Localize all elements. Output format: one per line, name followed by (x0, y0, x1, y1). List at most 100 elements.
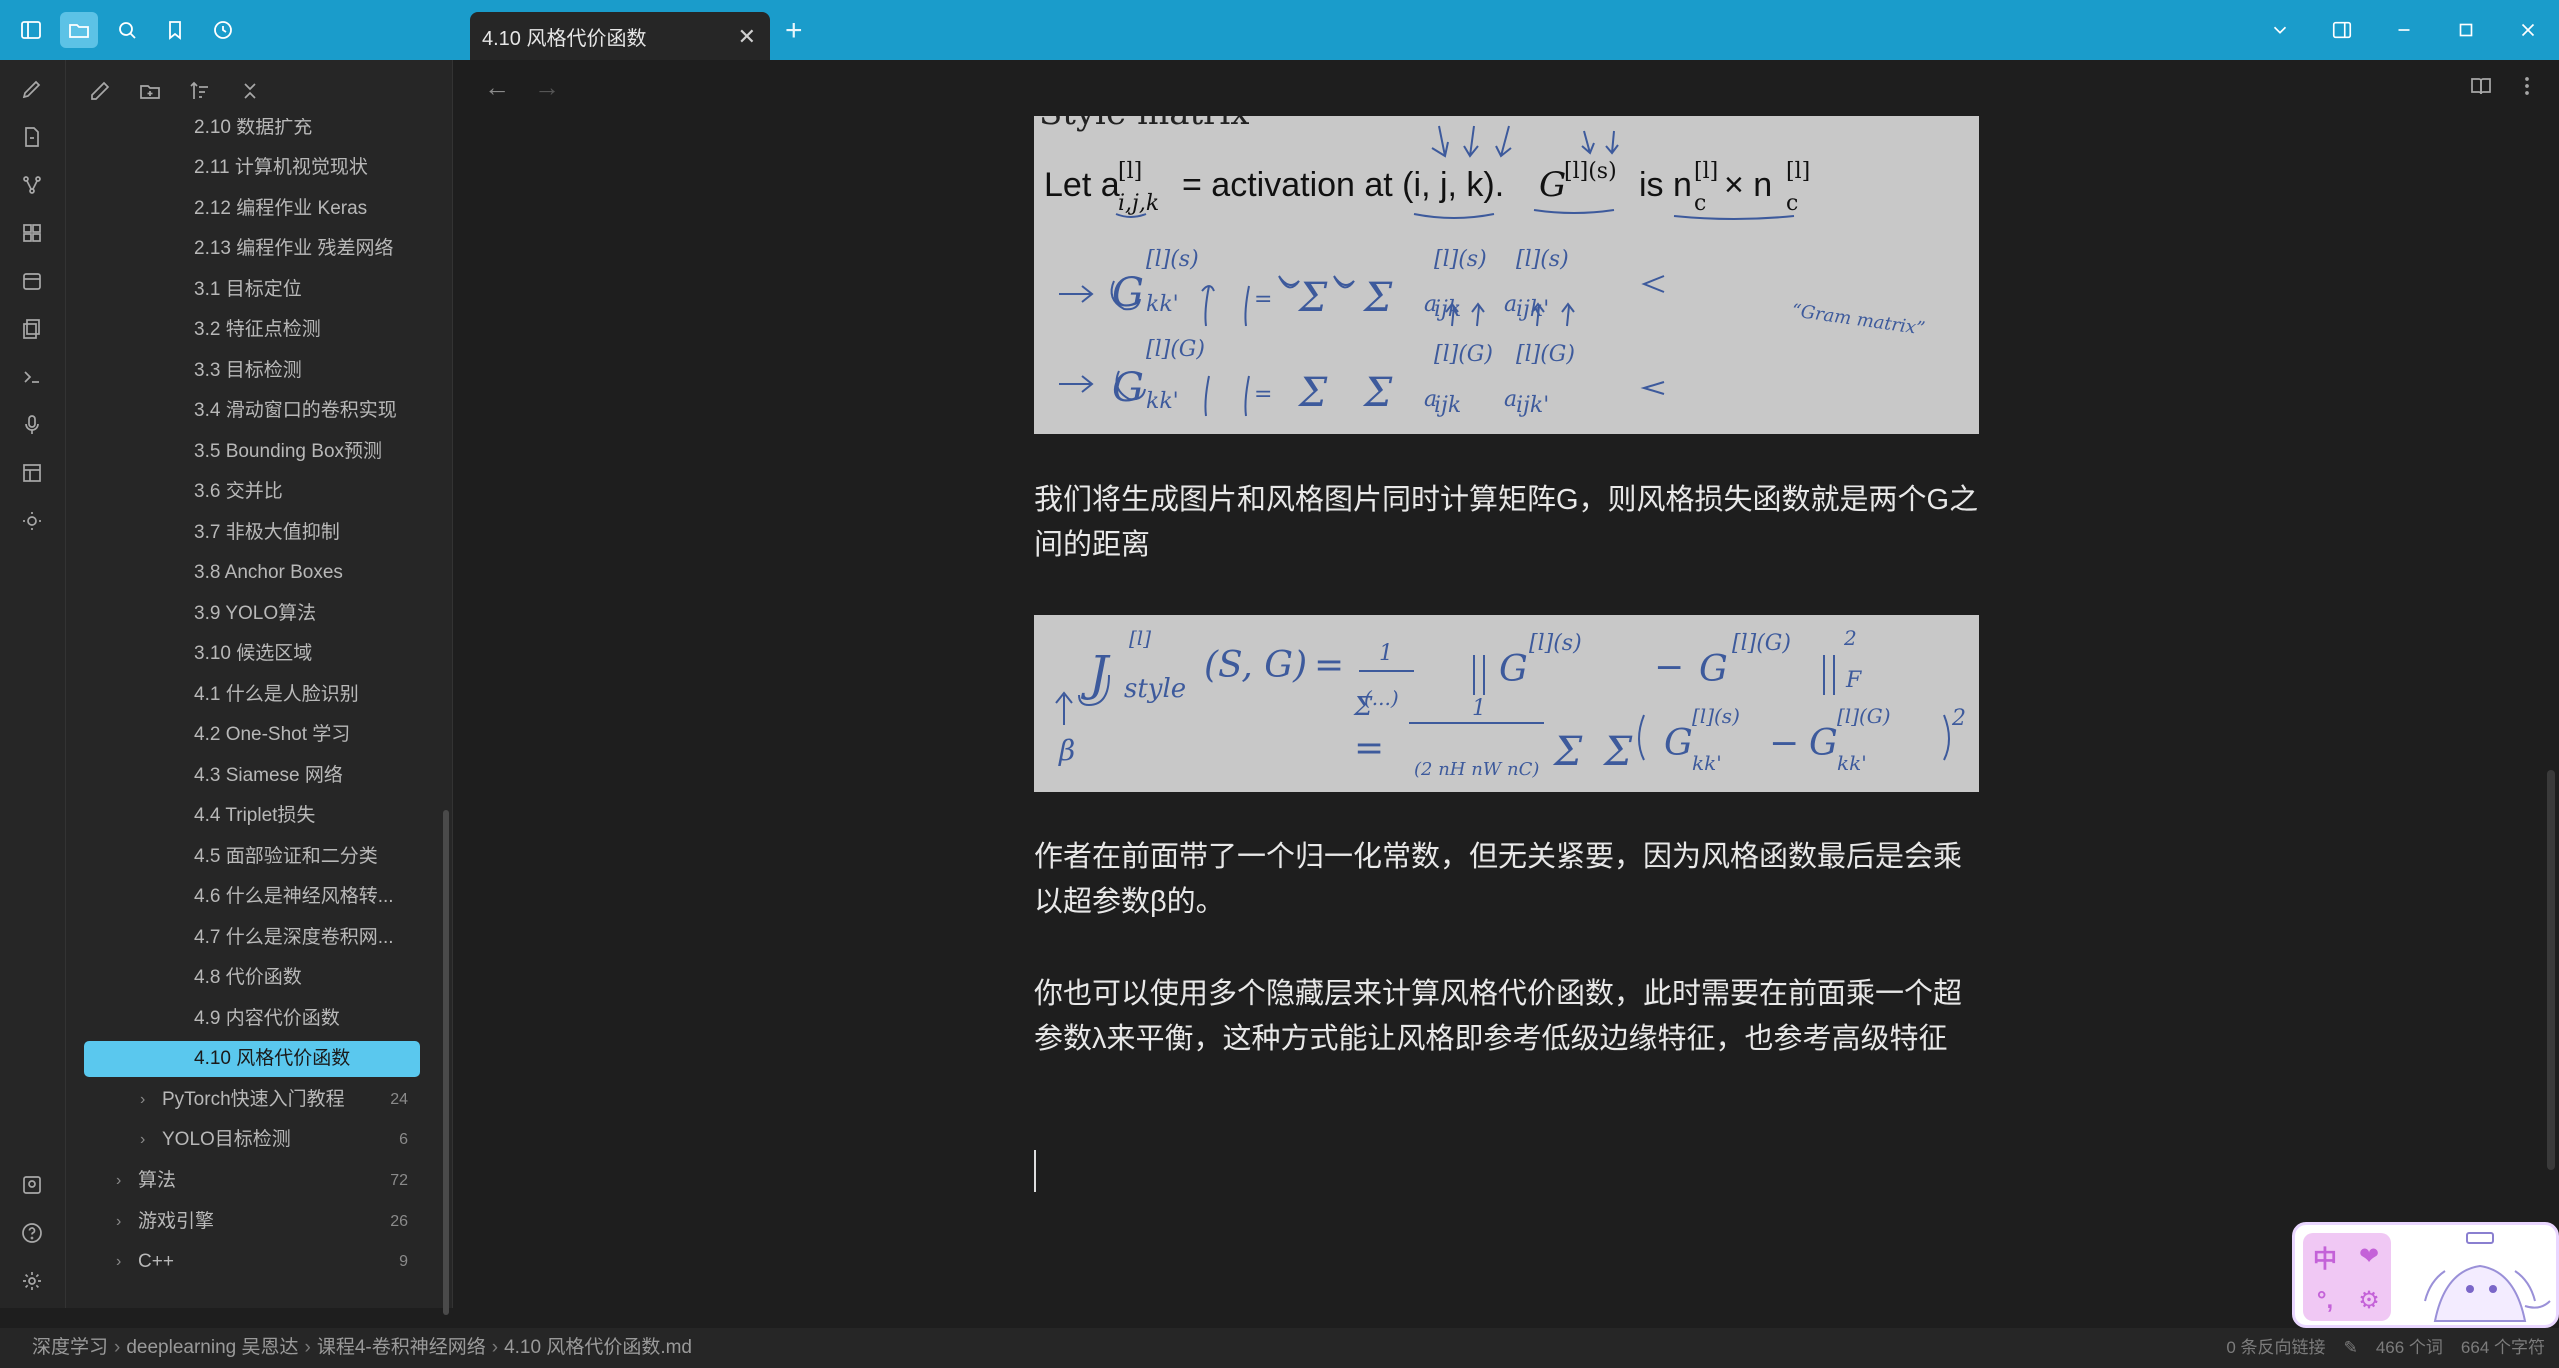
navigation-arrows: ← → (484, 72, 560, 103)
tree-item[interactable]: 4.1 什么是人脸识别 (84, 677, 420, 713)
tree-folder[interactable]: › C++ 9 (84, 1244, 420, 1280)
editor-pane: ← → Style matrix Let a [l] i,j,k = activ… (454, 60, 2559, 1308)
new-note-button[interactable] (84, 75, 116, 107)
titlebar-left-icons (12, 12, 242, 48)
settings-gear-icon[interactable]: ⚙ (2358, 1286, 2380, 1315)
breadcrumb-item[interactable]: 课程4-卷积神经网络 (317, 1328, 486, 1368)
calendar-icon[interactable] (17, 266, 47, 296)
tab-list-chevron-icon[interactable] (2249, 0, 2311, 60)
desktop-pet-widget[interactable]: 中 ❤ °, ⚙ (2292, 1222, 2559, 1328)
breadcrumb-item[interactable]: 深度学习 (32, 1328, 108, 1368)
forward-arrow-icon[interactable]: → (534, 72, 560, 103)
tree-item[interactable]: 2.13 编程作业 残差网络 (84, 231, 420, 267)
title-bar: 4.10 风格代价函数 ✕ + (0, 0, 2559, 60)
more-options-icon[interactable] (2515, 74, 2539, 103)
tree-item[interactable]: 3.1 目标定位 (84, 272, 420, 308)
ime-toolbar[interactable]: 中 ❤ °, ⚙ (2303, 1233, 2391, 1321)
recent-files-icon[interactable] (204, 12, 242, 48)
svg-text:2: 2 (1843, 626, 1857, 650)
svg-text:[l](G): [l](G) (1434, 342, 1493, 367)
tree-item-active[interactable]: 4.10 风格代价函数 (84, 1041, 420, 1077)
pen-icon[interactable] (17, 74, 47, 104)
edit-mode-icon[interactable]: ✎ (2344, 1328, 2358, 1368)
backlinks-count[interactable]: 0 条反向链接 (2226, 1328, 2325, 1368)
file-explorer-sidebar: 2.10 数据扩充 2.11 计算机视觉现状 2.12 编程作业 Keras 2… (66, 60, 453, 1308)
collapse-all-button[interactable] (234, 75, 266, 107)
tree-folder[interactable]: › 游戏引擎 26 (84, 1204, 420, 1240)
help-icon[interactable] (17, 1218, 47, 1248)
folder-count: 9 (399, 1253, 408, 1270)
new-note-icon[interactable] (17, 122, 47, 152)
style-cost-formula-image: J [l] style (S, G) = 1 (...) G [l](s) − … (1034, 615, 1979, 792)
editor-scrollbar[interactable] (2547, 770, 2555, 1170)
minimize-icon[interactable] (2373, 0, 2435, 60)
ime-chinese-key[interactable]: 中 (2313, 1239, 2337, 1274)
heart-icon[interactable]: ❤ (2359, 1242, 2379, 1271)
punctuation-key[interactable]: °, (2317, 1287, 2333, 1315)
nc-sup-1: [l] (1694, 159, 1718, 184)
tree-item[interactable]: 4.6 什么是神经风格转... (84, 879, 420, 915)
tree-item[interactable]: 4.9 内容代价函数 (84, 1001, 420, 1037)
graph-view-icon[interactable] (17, 170, 47, 200)
tree-item[interactable]: 3.8 Anchor Boxes (84, 555, 420, 591)
microphone-icon[interactable] (17, 410, 47, 440)
new-folder-button[interactable] (134, 75, 166, 107)
svg-text:−: − (1654, 647, 1684, 688)
tab-active-note[interactable]: 4.10 风格代价函数 ✕ (470, 12, 770, 60)
sidebar-toggle-icon[interactable] (12, 12, 50, 48)
close-window-icon[interactable] (2497, 0, 2559, 60)
tab-close-icon[interactable]: ✕ (738, 24, 756, 50)
svg-text:G: G (1112, 365, 1144, 411)
tree-item[interactable]: 4.4 Triplet损失 (84, 798, 420, 834)
tree-item[interactable]: 3.10 候选区域 (84, 636, 420, 672)
g-text: G (1539, 165, 1566, 205)
lightbulb-icon[interactable] (17, 506, 47, 536)
paragraph-multi-layer: 你也可以使用多个隐藏层来计算风格代价函数，此时需要在前面乘一个超参数λ来平衡，这… (1034, 978, 1963, 1055)
vault-switch-icon[interactable] (17, 1170, 47, 1200)
nc-sup-2: [l] (1786, 159, 1810, 184)
text-cursor[interactable] (1034, 1150, 1036, 1192)
tree-item[interactable]: 3.9 YOLO算法 (84, 596, 420, 632)
bookmark-icon[interactable] (156, 12, 194, 48)
tree-item[interactable]: 3.7 非极大值抑制 (84, 515, 420, 551)
tree-item[interactable]: 3.6 交并比 (84, 474, 420, 510)
folder-count: 72 (390, 1172, 408, 1189)
tree-folder[interactable]: › YOLO目标检测 6 (84, 1122, 420, 1158)
tree-item[interactable]: 3.3 目标检测 (84, 353, 420, 389)
tree-item[interactable]: 3.5 Bounding Box预测 (84, 434, 420, 470)
tree-item[interactable]: 4.2 One-Shot 学习 (84, 717, 420, 753)
tree-item[interactable]: 4.3 Siamese 网络 (84, 758, 420, 794)
sort-button[interactable] (184, 75, 216, 107)
file-explorer-icon[interactable] (60, 12, 98, 48)
terminal-icon[interactable] (17, 362, 47, 392)
tree-item[interactable]: 4.7 什么是深度卷积网... (84, 920, 420, 956)
tree-item[interactable]: 2.12 编程作业 Keras (84, 191, 420, 227)
templates-icon[interactable] (17, 314, 47, 344)
back-arrow-icon[interactable]: ← (484, 72, 510, 103)
tree-item[interactable]: 2.10 数据扩充 (84, 118, 420, 146)
tree-item[interactable]: 2.11 计算机视觉现状 (84, 150, 420, 186)
tree-folder[interactable]: › 算法 72 (84, 1163, 420, 1199)
sidebar-scrollbar[interactable] (443, 810, 449, 1315)
svg-text:−: − (1769, 723, 1799, 764)
svg-text:Σ: Σ (1297, 370, 1328, 416)
breadcrumb-item[interactable]: deeplearning 吴恩达 (126, 1328, 298, 1368)
tree-item[interactable]: 3.4 滑动窗口的卷积实现 (84, 393, 420, 429)
layout-icon[interactable] (17, 458, 47, 488)
tree-item[interactable]: 3.2 特征点检测 (84, 312, 420, 348)
svg-text:G: G (1499, 649, 1528, 690)
new-tab-button[interactable]: + (785, 14, 803, 48)
search-icon[interactable] (108, 12, 146, 48)
breadcrumb-separator: › (114, 1337, 121, 1358)
tree-item[interactable]: 4.5 面部验证和二分类 (84, 839, 420, 875)
maximize-icon[interactable] (2435, 0, 2497, 60)
breadcrumb-item[interactable]: 4.10 风格代价函数.md (504, 1328, 692, 1368)
settings-gear-icon[interactable] (17, 1266, 47, 1296)
canvas-icon[interactable] (17, 218, 47, 248)
tree-item[interactable]: 4.8 代价函数 (84, 960, 420, 996)
left-ribbon (0, 60, 66, 1308)
svg-text:ijk: ijk (1434, 297, 1461, 322)
tree-folder[interactable]: › PyTorch快速入门教程 24 (84, 1082, 420, 1118)
right-sidebar-toggle-icon[interactable] (2311, 0, 2373, 60)
reading-view-icon[interactable] (2469, 74, 2493, 103)
